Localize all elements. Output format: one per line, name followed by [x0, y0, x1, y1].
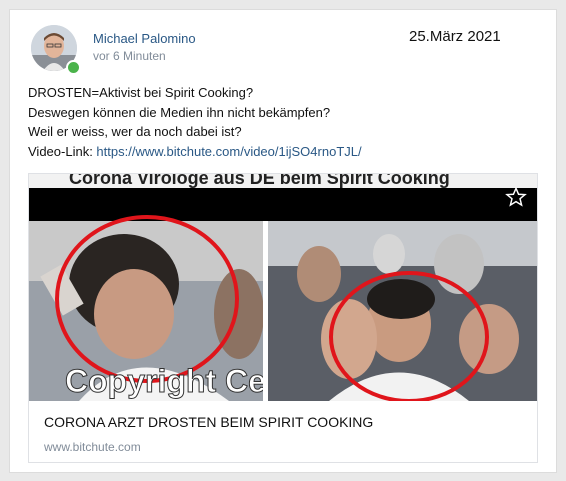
post-text: DROSTEN=Aktivist bei Spirit Cooking? Des…: [28, 83, 538, 161]
preview-title[interactable]: CORONA ARZT DROSTEN BEIM SPIRIT COOKING: [44, 414, 373, 430]
post-card: Michael Palomino vor 6 Minuten 25.März 2…: [9, 9, 557, 473]
post-text-line: DROSTEN=Aktivist bei Spirit Cooking?: [28, 85, 254, 100]
star-icon[interactable]: [505, 186, 527, 208]
link-preview[interactable]: Corona Virologe aus DE beim Spirit Cooki…: [28, 173, 538, 463]
video-link-line: Video-Link: https://www.bitchute.com/vid…: [28, 142, 538, 162]
post-text-line: Weil er weiss, wer da noch dabei ist?: [28, 124, 242, 139]
video-link-label: Video-Link:: [28, 143, 97, 159]
preview-domain: www.bitchute.com: [44, 440, 141, 454]
author-name[interactable]: Michael Palomino: [93, 31, 196, 46]
online-indicator: [66, 60, 81, 75]
thumbnail-banner-text: Corona Virologe aus DE beim Spirit Cooki…: [69, 174, 450, 188]
video-link[interactable]: https://www.bitchute.com/video/1ijSO4rno…: [96, 144, 361, 159]
post-date: 25.März 2021: [409, 28, 501, 45]
post-text-line: Deswegen können die Medien ihn nicht bek…: [28, 104, 331, 120]
post-time[interactable]: vor 6 Minuten: [93, 49, 166, 63]
video-thumbnail[interactable]: Corona Virologe aus DE beim Spirit Cooki…: [29, 174, 537, 401]
